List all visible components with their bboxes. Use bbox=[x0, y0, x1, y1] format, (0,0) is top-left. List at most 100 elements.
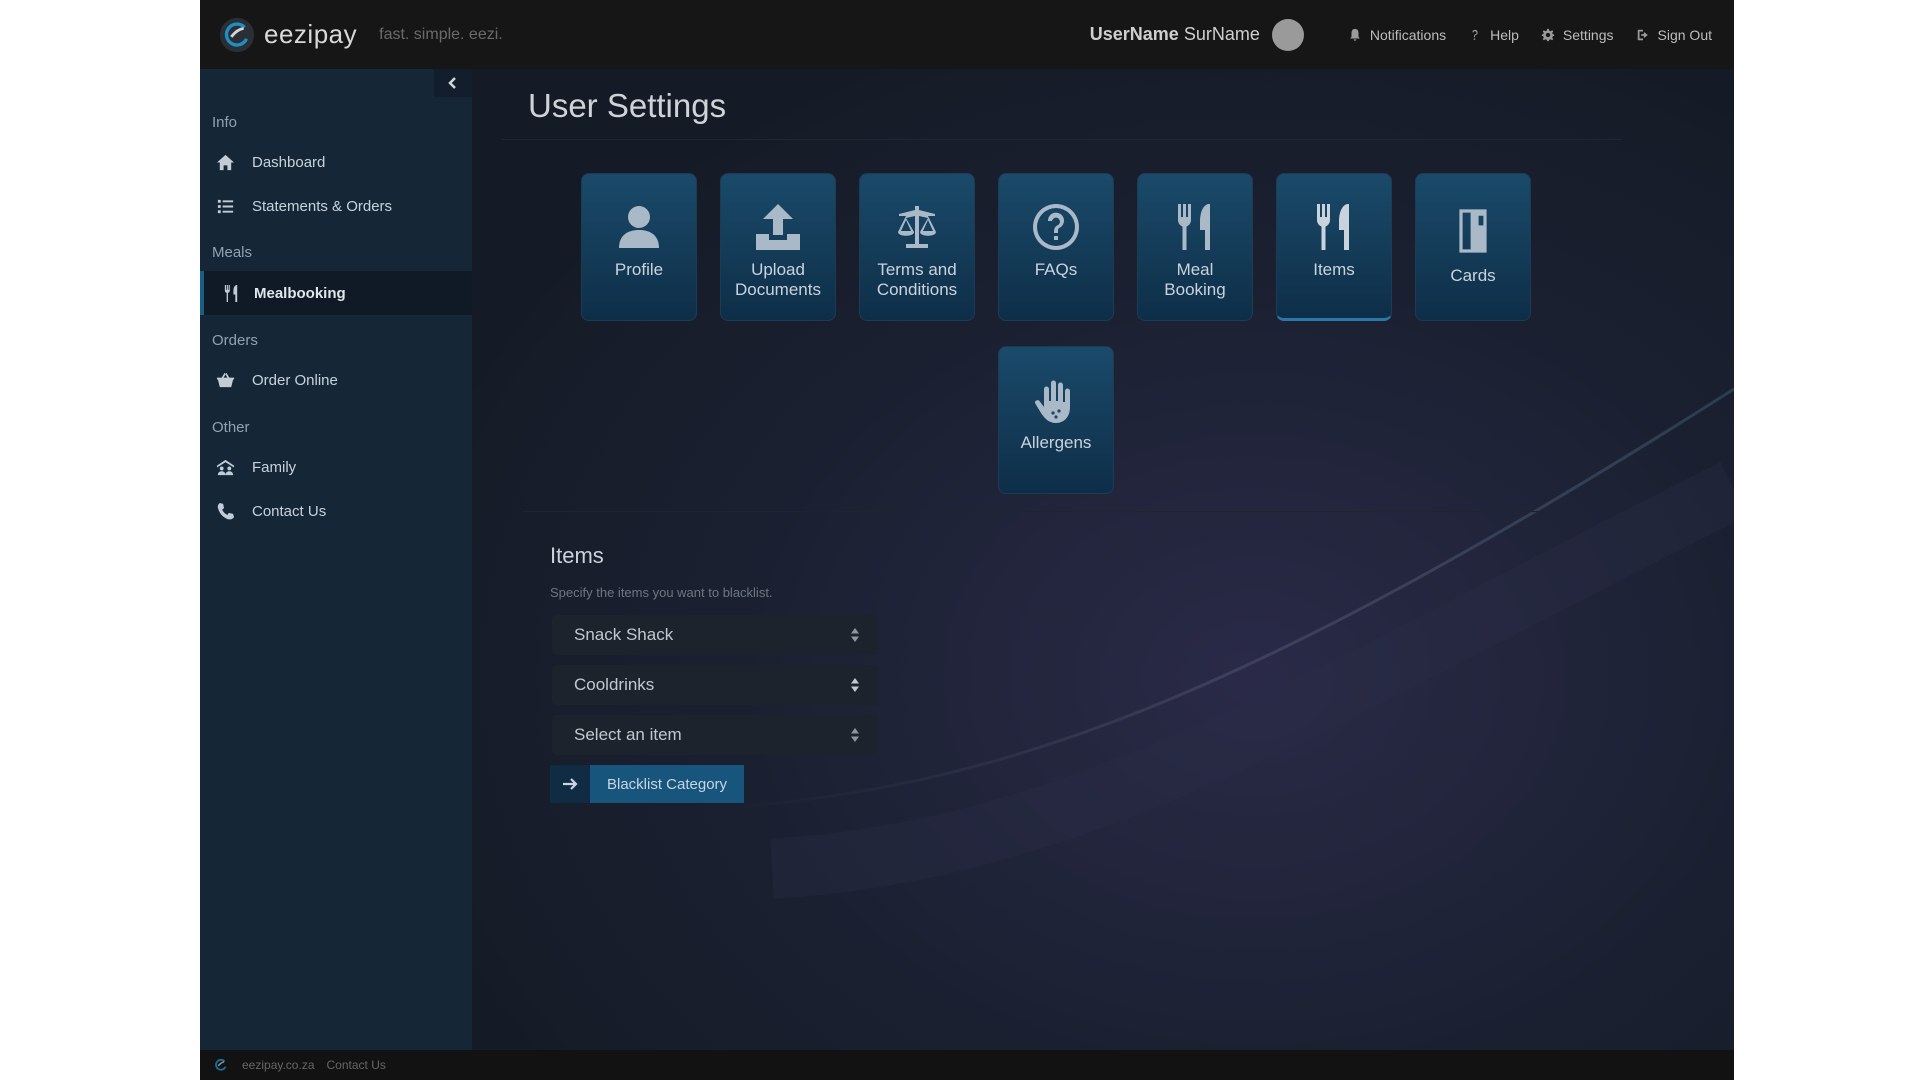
top-bar: eezipay fast. simple. eezi. UserName Sur… bbox=[200, 0, 1734, 69]
list-icon bbox=[214, 195, 236, 217]
user-last-name: SurName bbox=[1183, 24, 1260, 44]
user-name[interactable]: UserName SurName bbox=[1090, 24, 1260, 45]
location-select-value: Snack Shack bbox=[574, 625, 674, 644]
hand-icon bbox=[1029, 373, 1083, 427]
sidebar-item-contact[interactable]: Contact Us bbox=[200, 491, 472, 531]
sidebar-item-label: Order Online bbox=[252, 371, 338, 389]
notifications-label: Notifications bbox=[1369, 26, 1447, 43]
footer-site-link[interactable]: eezipay.co.za bbox=[242, 1058, 315, 1072]
tile-meal-booking[interactable]: Meal Booking bbox=[1137, 173, 1253, 321]
sidebar-heading-meals: Meals bbox=[212, 244, 253, 261]
collapse-sidebar-button[interactable] bbox=[434, 69, 472, 97]
tile-upload-documents[interactable]: Upload Documents bbox=[720, 173, 836, 321]
tile-label-line: Meal bbox=[1176, 260, 1214, 279]
cutlery-icon bbox=[1168, 200, 1222, 254]
sidebar-item-statements[interactable]: Statements & Orders bbox=[200, 186, 472, 226]
sidebar: Info Dashboard Statements & Orders Meals… bbox=[200, 69, 472, 1050]
sidebar-item-family[interactable]: Family bbox=[200, 447, 472, 487]
sidebar-item-order-online[interactable]: Order Online bbox=[200, 360, 472, 400]
cutlery-icon bbox=[220, 282, 242, 304]
tile-label-line: Booking bbox=[1164, 280, 1226, 299]
tile-items[interactable]: Items bbox=[1276, 173, 1392, 321]
section-divider bbox=[522, 511, 1562, 512]
upload-icon bbox=[751, 200, 805, 254]
tile-label: Profile bbox=[614, 260, 664, 279]
footer-contact-link[interactable]: Contact Us bbox=[327, 1058, 386, 1072]
family-icon bbox=[214, 456, 236, 478]
sidebar-heading-other: Other bbox=[212, 419, 250, 436]
top-right-links: UserName SurName Notifications Help Sett… bbox=[1090, 18, 1712, 51]
category-select-value: Cooldrinks bbox=[574, 675, 655, 694]
sidebar-heading-orders: Orders bbox=[212, 332, 258, 349]
sidebar-item-label: Family bbox=[252, 458, 297, 476]
page-title: User Settings bbox=[528, 87, 727, 124]
sidebar-heading-info: Info bbox=[212, 114, 238, 131]
tile-label-line: Upload bbox=[751, 260, 805, 279]
tile-label-line: Documents bbox=[735, 280, 821, 299]
question-circle-icon bbox=[1029, 200, 1083, 254]
sidebar-item-label: Mealbooking bbox=[254, 284, 346, 302]
user-first-name: UserName bbox=[1089, 24, 1179, 44]
gear-icon bbox=[1541, 28, 1555, 41]
home-icon bbox=[214, 151, 236, 173]
items-section-title: Items bbox=[550, 543, 604, 568]
tile-label-line: Conditions bbox=[876, 280, 958, 299]
scales-icon bbox=[890, 200, 944, 254]
sidebar-item-dashboard[interactable]: Dashboard bbox=[200, 142, 472, 182]
category-select[interactable]: Cooldrinks bbox=[552, 665, 878, 705]
sidebar-item-label: Statements & Orders bbox=[252, 197, 393, 215]
sidebar-item-mealbooking[interactable]: Mealbooking bbox=[200, 271, 472, 315]
question-icon bbox=[1472, 29, 1478, 40]
sidebar-item-label: Contact Us bbox=[252, 502, 327, 520]
eezipay-logo-icon bbox=[215, 1058, 227, 1071]
tile-label: Meal Booking bbox=[1140, 260, 1250, 300]
items-section-description: Specify the items you want to blacklist. bbox=[550, 585, 773, 600]
item-select-value: Select an item bbox=[574, 725, 682, 744]
tile-cards[interactable]: Cards bbox=[1415, 173, 1531, 321]
sign-out-link[interactable]: Sign Out bbox=[1636, 27, 1712, 43]
sort-arrows-icon bbox=[851, 728, 859, 742]
tile-label: Cards bbox=[1450, 266, 1496, 285]
chevron-left-icon bbox=[448, 77, 456, 89]
help-label: Help bbox=[1490, 26, 1519, 43]
user-icon bbox=[612, 200, 666, 254]
sort-arrows-icon bbox=[851, 678, 859, 692]
card-icon bbox=[1446, 202, 1500, 260]
tile-label: Terms and Conditions bbox=[862, 260, 972, 300]
brand[interactable]: eezipay fast. simple. eezi. bbox=[218, 16, 503, 54]
basket-icon bbox=[214, 369, 236, 391]
location-select[interactable]: Snack Shack bbox=[552, 615, 878, 655]
avatar[interactable] bbox=[1271, 18, 1304, 51]
phone-icon bbox=[214, 500, 236, 522]
settings-label: Settings bbox=[1562, 26, 1614, 43]
item-select[interactable]: Select an item bbox=[552, 715, 878, 755]
help-link[interactable]: Help bbox=[1468, 27, 1519, 43]
tile-label: FAQs bbox=[1034, 260, 1078, 279]
eezipay-logo-icon bbox=[219, 17, 255, 52]
cutlery-icon bbox=[1307, 200, 1361, 254]
brand-name: eezipay bbox=[264, 19, 358, 49]
settings-link[interactable]: Settings bbox=[1541, 27, 1614, 43]
footer: eezipay.co.za Contact Us bbox=[200, 1050, 1734, 1080]
tile-label: Upload Documents bbox=[723, 260, 833, 300]
tile-faqs[interactable]: FAQs bbox=[998, 173, 1114, 321]
sort-arrows-icon bbox=[851, 628, 859, 642]
title-divider bbox=[502, 139, 1622, 140]
tile-label: Allergens bbox=[1020, 433, 1092, 452]
arrow-right-icon bbox=[550, 765, 590, 803]
tile-allergens[interactable]: Allergens bbox=[998, 346, 1114, 494]
sign-out-icon bbox=[1637, 29, 1648, 40]
main-content: User Settings Profile Upload Documents Te… bbox=[472, 69, 1734, 1050]
tile-label: Items bbox=[1313, 260, 1355, 279]
sidebar-item-label: Dashboard bbox=[252, 153, 326, 171]
sign-out-label: Sign Out bbox=[1657, 26, 1712, 43]
bell-icon bbox=[1350, 28, 1360, 41]
app-window: eezipay fast. simple. eezi. UserName Sur… bbox=[200, 0, 1734, 1080]
tile-terms-and-conditions[interactable]: Terms and Conditions bbox=[859, 173, 975, 321]
blacklist-category-label: Blacklist Category bbox=[590, 765, 745, 803]
brand-tagline: fast. simple. eezi. bbox=[379, 25, 503, 43]
blacklist-category-button[interactable]: Blacklist Category bbox=[550, 765, 745, 803]
tile-label-line: Terms and bbox=[877, 260, 957, 279]
notifications-link[interactable]: Notifications bbox=[1348, 27, 1446, 43]
tile-profile[interactable]: Profile bbox=[581, 173, 697, 321]
